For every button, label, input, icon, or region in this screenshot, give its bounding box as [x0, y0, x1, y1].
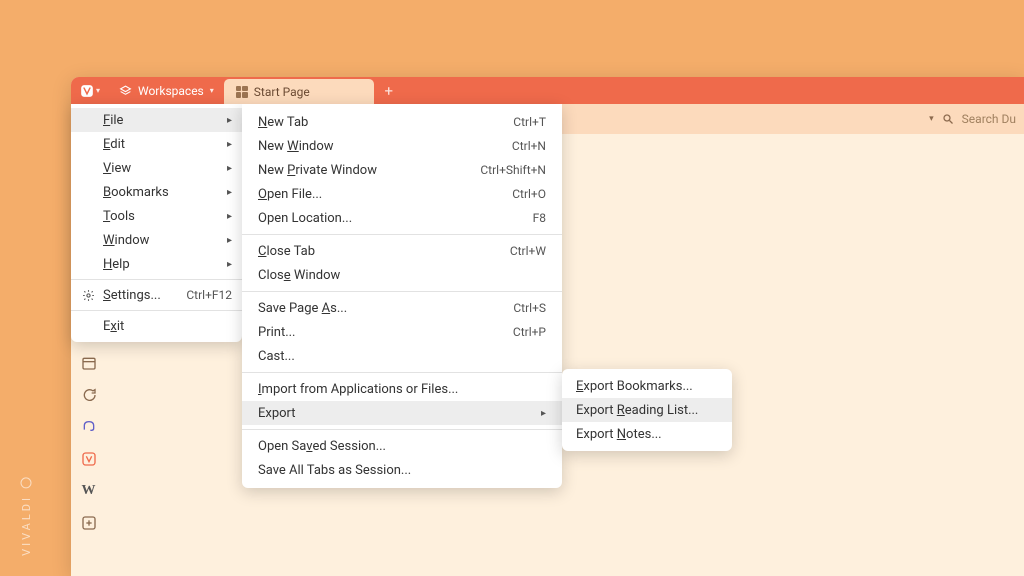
panel-mastodon-icon[interactable] — [80, 418, 98, 436]
menu-item-export-notes[interactable]: Export Notes... — [562, 422, 732, 446]
submenu-arrow-icon: ▸ — [227, 187, 232, 198]
submenu-arrow-icon: ▸ — [541, 408, 546, 419]
submenu-arrow-icon: ▸ — [227, 259, 232, 270]
panel-add-icon[interactable] — [80, 514, 98, 532]
search-input[interactable]: Search Du — [962, 112, 1016, 126]
chevron-down-icon[interactable]: ▾ — [929, 114, 934, 124]
menu-shortcut: Ctrl+T — [513, 115, 546, 129]
menu-item-label: Tools — [103, 209, 219, 224]
submenu-arrow-icon: ▸ — [227, 235, 232, 246]
menu-item-new-private-window[interactable]: New Private WindowCtrl+Shift+N — [242, 158, 562, 182]
new-tab-button[interactable]: + — [374, 77, 404, 104]
menu-item-bookmarks[interactable]: Bookmarks ▸ — [71, 180, 242, 204]
file-submenu: New TabCtrl+TNew WindowCtrl+NNew Private… — [242, 104, 562, 488]
menu-item-label: View — [103, 161, 219, 176]
menu-item-export-reading-list[interactable]: Export Reading List... — [562, 398, 732, 422]
menu-item-save-all-tabs-as-session[interactable]: Save All Tabs as Session... — [242, 458, 562, 482]
menu-item-exit[interactable]: Exit — [71, 314, 242, 338]
menu-item-label: Save All Tabs as Session... — [258, 463, 546, 478]
menu-item-label: Export Notes... — [576, 427, 718, 442]
export-submenu: Export Bookmarks... Export Reading List..… — [562, 369, 732, 451]
menu-item-close-window[interactable]: Close Window — [242, 263, 562, 287]
menu-item-open-saved-session[interactable]: Open Saved Session... — [242, 434, 562, 458]
menu-item-save-page-as[interactable]: Save Page As...Ctrl+S — [242, 296, 562, 320]
menu-item-label: Help — [103, 257, 219, 272]
menu-item-label: Import from Applications or Files... — [258, 382, 546, 397]
menu-item-open-location[interactable]: Open Location...F8 — [242, 206, 562, 230]
menu-item-label: Print... — [258, 325, 513, 340]
speed-dial-icon — [236, 86, 248, 98]
menu-shortcut: Ctrl+N — [512, 139, 546, 153]
tab-bar: ▾ Workspaces ▾ Start Page + — [71, 77, 1024, 104]
chevron-down-icon: ▾ — [210, 86, 214, 95]
menu-item-import-from-applications-or-files[interactable]: Import from Applications or Files... — [242, 377, 562, 401]
menu-item-label: New Private Window — [258, 163, 480, 178]
menu-item-label: Export Reading List... — [576, 403, 718, 418]
menu-item-label: Save Page As... — [258, 301, 513, 316]
tab-start-page[interactable]: Start Page — [224, 79, 374, 104]
menu-item-label: File — [103, 113, 219, 128]
menu-shortcut: Ctrl+P — [513, 325, 546, 339]
panel-chat-icon[interactable] — [80, 386, 98, 404]
menu-item-label: Exit — [103, 319, 232, 334]
menu-item-view[interactable]: View ▸ — [71, 156, 242, 180]
main-menu: File▸Edit▸View▸Bookmarks▸Tools▸Window▸He… — [71, 104, 242, 342]
menu-item-open-file[interactable]: Open File...Ctrl+O — [242, 182, 562, 206]
menu-item-print[interactable]: Print...Ctrl+P — [242, 320, 562, 344]
menu-item-window[interactable]: Window ▸ — [71, 228, 242, 252]
menu-shortcut: Ctrl+W — [510, 244, 546, 258]
panel-calendar-icon[interactable] — [80, 354, 98, 372]
menu-item-label: Export Bookmarks... — [576, 379, 718, 394]
gear-icon — [82, 289, 95, 302]
submenu-arrow-icon: ▸ — [227, 211, 232, 222]
workspaces-button[interactable]: Workspaces ▾ — [109, 77, 224, 104]
menu-item-label: Cast... — [258, 349, 546, 364]
menu-item-label: Edit — [103, 137, 219, 152]
menu-item-label: Export — [258, 406, 535, 421]
menu-item-label: Close Tab — [258, 244, 510, 259]
menu-item-label: Open File... — [258, 187, 512, 202]
menu-item-cast[interactable]: Cast... — [242, 344, 562, 368]
menu-item-export[interactable]: Export ▸ — [242, 401, 562, 425]
panel-vivaldi-icon[interactable] — [80, 450, 98, 468]
menu-item-tools[interactable]: Tools ▸ — [71, 204, 242, 228]
menu-item-label: Window — [103, 233, 219, 248]
menu-item-label: Open Location... — [258, 211, 533, 226]
app-menu-button[interactable]: ▾ — [71, 77, 109, 104]
menu-item-file[interactable]: File ▸ — [71, 108, 242, 132]
menu-item-export-bookmarks[interactable]: Export Bookmarks... — [562, 374, 732, 398]
menu-item-new-window[interactable]: New WindowCtrl+N — [242, 134, 562, 158]
menu-shortcut: Ctrl+S — [513, 301, 546, 315]
submenu-arrow-icon: ▸ — [227, 163, 232, 174]
menu-item-new-tab[interactable]: New TabCtrl+T — [242, 110, 562, 134]
search-icon[interactable] — [942, 113, 954, 125]
menu-shortcut: Ctrl+Shift+N — [480, 163, 546, 177]
tab-title: Start Page — [254, 85, 310, 99]
menu-shortcut: F8 — [533, 211, 546, 225]
menu-item-label: Bookmarks — [103, 185, 219, 200]
vivaldi-logo-icon — [80, 84, 94, 98]
menu-shortcut: Ctrl+O — [512, 187, 546, 201]
menu-shortcut: Ctrl+F12 — [186, 288, 232, 302]
submenu-arrow-icon: ▸ — [227, 115, 232, 126]
panel-wikipedia-icon[interactable]: W — [80, 482, 98, 500]
menu-item-close-tab[interactable]: Close TabCtrl+W — [242, 239, 562, 263]
workspaces-label: Workspaces — [138, 84, 204, 98]
brand-watermark: VIVALDI — [20, 477, 33, 556]
workspaces-icon — [119, 84, 132, 97]
menu-item-label: Settings... — [103, 288, 178, 303]
menu-item-label: New Tab — [258, 115, 513, 130]
submenu-arrow-icon: ▸ — [227, 139, 232, 150]
menu-item-help[interactable]: Help ▸ — [71, 252, 242, 276]
menu-item-label: New Window — [258, 139, 512, 154]
menu-item-edit[interactable]: Edit ▸ — [71, 132, 242, 156]
menu-item-label: Open Saved Session... — [258, 439, 546, 454]
menu-item-settings-[interactable]: Settings... Ctrl+F12 — [71, 283, 242, 307]
chevron-down-icon: ▾ — [96, 86, 100, 95]
menu-item-label: Close Window — [258, 268, 546, 283]
